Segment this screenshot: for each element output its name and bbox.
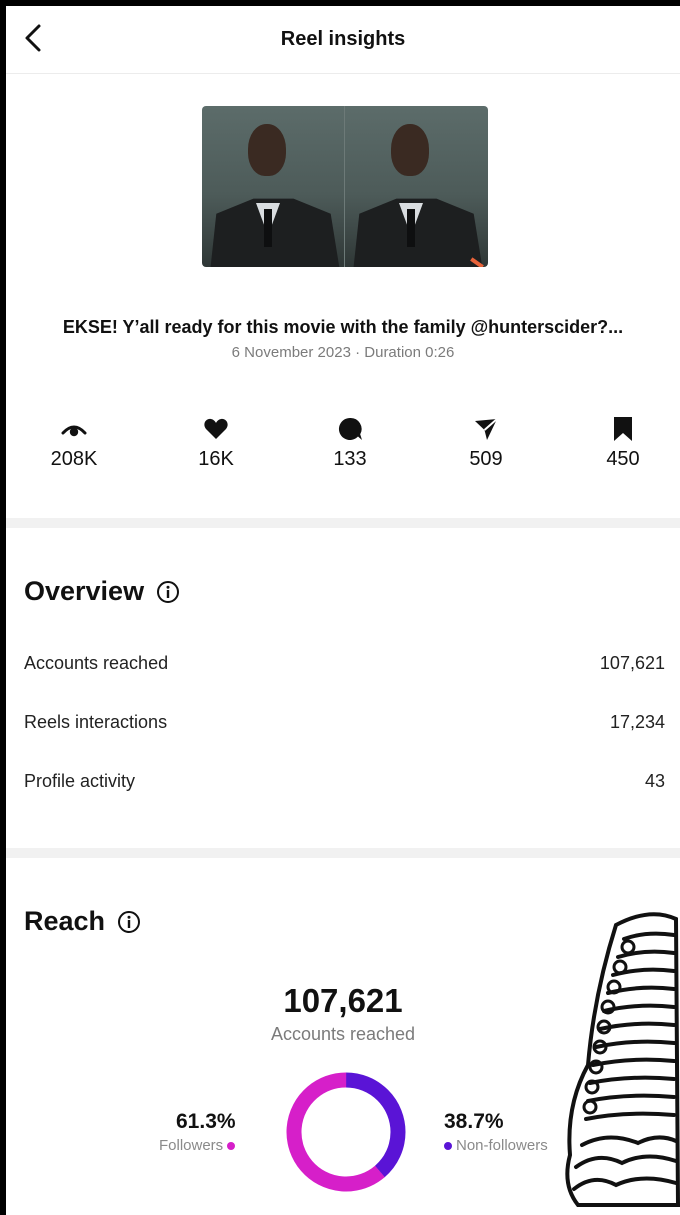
info-icon[interactable] (117, 910, 141, 934)
row-value: 43 (644, 771, 665, 791)
thumbnail-frame (202, 106, 345, 267)
stat-value: 16K (198, 448, 234, 470)
stat-value: 208K (50, 448, 98, 470)
followers-percent: 61.3% (176, 1110, 236, 1133)
share-icon (475, 418, 498, 440)
microphone-sticker-icon (565, 912, 680, 1207)
stat-comments: 133 (300, 414, 400, 471)
section-divider (6, 848, 680, 858)
reach-donut-chart (286, 1072, 406, 1192)
reel-duration: Duration 0:26 (364, 344, 455, 361)
reel-caption: EKSE! Y’all ready for this movie with th… (62, 317, 624, 337)
bookmark-icon (614, 417, 632, 441)
reach-title: Reach (24, 906, 141, 937)
stat-value: 133 (333, 448, 367, 470)
overview-title: Overview (24, 576, 180, 607)
reel-date: 6 November 2023 (231, 344, 351, 361)
stat-value: 450 (606, 448, 640, 470)
thumbnail-frame (345, 106, 488, 267)
info-icon[interactable] (156, 580, 180, 604)
row-label: Accounts reached (24, 653, 169, 673)
overview-row-reels-interactions[interactable]: Reels interactions 17,234 (24, 712, 665, 733)
stat-likes: 16K (166, 414, 266, 471)
row-label: Profile activity (24, 771, 136, 791)
overview-heading: Overview (24, 576, 145, 606)
followers-legend: Followers (159, 1137, 236, 1154)
reel-thumbnail[interactable] (202, 106, 488, 267)
page-title: Reel insights (280, 28, 406, 50)
reel-meta: 6 November 2023 · Duration 0:26 (6, 344, 680, 361)
followers-dot (227, 1141, 236, 1150)
row-value: 107,621 (599, 653, 665, 673)
non-followers-percent: 38.7% (444, 1110, 504, 1133)
row-label: Reels interactions (24, 712, 168, 732)
heart-icon (204, 418, 228, 439)
stat-shares: 509 (436, 414, 536, 471)
followers-label: Followers (159, 1137, 224, 1154)
row-value: 17,234 (609, 712, 665, 732)
non-followers-dot (444, 1141, 452, 1150)
stat-value: 509 (469, 448, 503, 470)
non-followers-label: Non-followers (456, 1137, 548, 1154)
header: Reel insights (6, 6, 680, 74)
overview-row-profile-activity[interactable]: Profile activity 43 (24, 771, 665, 792)
stat-saves: 450 (573, 414, 673, 471)
eye-icon (61, 425, 87, 437)
non-followers-legend: Non-followers (444, 1137, 548, 1154)
donut-slice-followers (286, 1072, 406, 1192)
section-divider (6, 518, 680, 528)
stats-row: 208K 16K 133 509 450 (6, 414, 680, 484)
stat-views: 208K (24, 414, 124, 471)
overview-row-accounts-reached[interactable]: Accounts reached 107,621 (24, 653, 665, 674)
reach-heading: Reach (24, 906, 106, 936)
comment-icon (338, 417, 362, 440)
meta-separator: · (350, 344, 365, 361)
